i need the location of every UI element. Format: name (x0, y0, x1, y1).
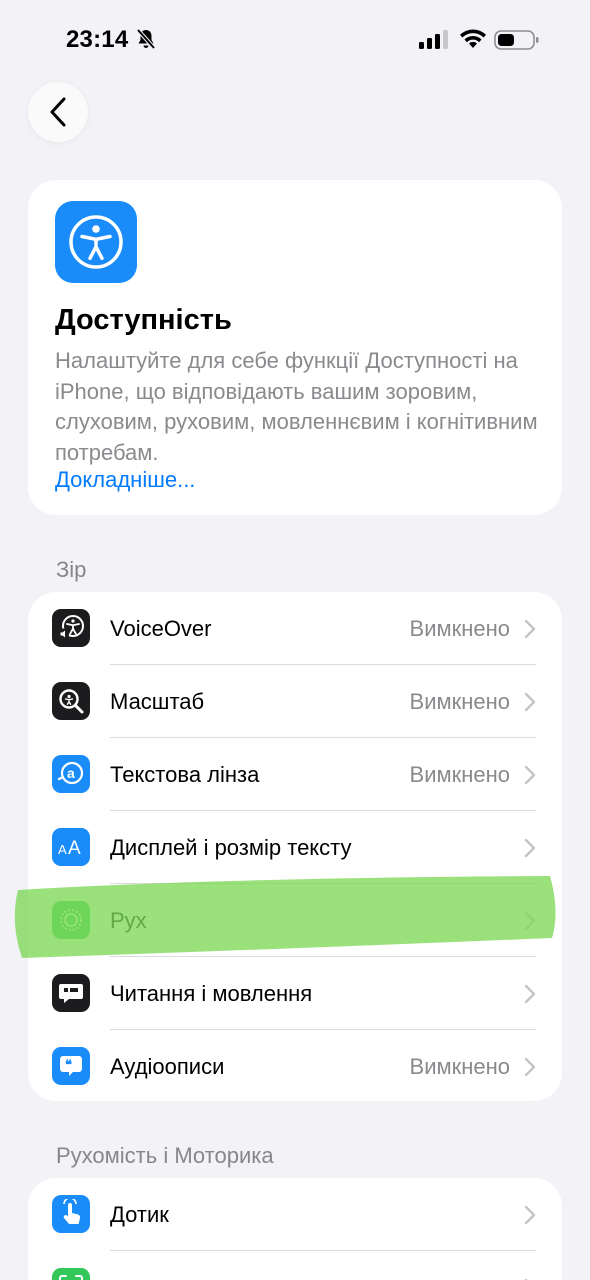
svg-text:A: A (58, 842, 67, 857)
status-bar: 23:14 (0, 0, 590, 80)
section-header-mobility: Рухомість і Моторика (56, 1143, 274, 1168)
chevron-right-icon (524, 765, 536, 785)
face-id-icon (52, 1268, 90, 1280)
row-label: VoiceOver (110, 616, 212, 641)
accessibility-app-icon (55, 201, 137, 283)
chevron-right-icon (524, 911, 536, 931)
status-time: 23:14 (66, 26, 129, 53)
row-motion[interactable]: Рух (28, 884, 562, 957)
hover-text-icon: a (52, 755, 90, 793)
wifi-icon (460, 29, 486, 48)
row-label: Дотик (110, 1202, 169, 1227)
vision-list: VoiceOver Вимкнено Масштаб Вимкнено a Те… (28, 592, 562, 1101)
mobility-list: Дотик (28, 1178, 562, 1280)
row-zoom[interactable]: Масштаб Вимкнено (28, 665, 562, 738)
row-label: Масштаб (110, 689, 205, 714)
row-touch[interactable]: Дотик (28, 1178, 562, 1251)
cellular-signal-icon (419, 30, 448, 49)
chevron-right-icon (524, 1057, 536, 1077)
chevron-right-icon (524, 692, 536, 712)
svg-text:a: a (67, 765, 75, 781)
spoken-content-icon (52, 974, 90, 1012)
row-display-text-size[interactable]: A A Дисплей і розмір тексту (28, 811, 562, 884)
section-header-vision: Зір (56, 557, 87, 582)
accessibility-header-card: Доступність Налаштуйте для себе функції … (28, 180, 562, 515)
row-audio-descriptions[interactable]: ❝ Аудіоописи Вимкнено (28, 1030, 562, 1101)
chevron-left-icon (50, 97, 66, 127)
battery-icon (494, 30, 539, 50)
chevron-right-icon (524, 984, 536, 1004)
touch-icon (52, 1195, 90, 1233)
chevron-right-icon (524, 1205, 536, 1225)
voiceover-icon (52, 609, 90, 647)
svg-text:❝: ❝ (65, 1057, 72, 1072)
chevron-right-icon (524, 619, 536, 639)
learn-more-link[interactable]: Докладніше... (55, 467, 195, 493)
accessibility-icon (69, 215, 123, 269)
row-label: Аудіоописи (110, 1054, 225, 1079)
back-button[interactable] (28, 82, 88, 142)
row-value: Вимкнено (409, 1054, 510, 1079)
row-hover-text[interactable]: a Текстова лінза Вимкнено (28, 738, 562, 811)
chevron-right-icon (524, 838, 536, 858)
svg-text:A: A (68, 838, 81, 859)
row-spoken-content[interactable]: Читання і мовлення (28, 957, 562, 1030)
bell-slash-icon (136, 28, 156, 50)
row-voiceover[interactable]: VoiceOver Вимкнено (28, 592, 562, 665)
row-value: Вимкнено (409, 616, 510, 641)
text-size-icon: A A (52, 828, 90, 866)
audio-descriptions-icon: ❝ (52, 1047, 90, 1085)
row-label: Текстова лінза (110, 762, 260, 787)
row-label: Читання і мовлення (110, 981, 313, 1006)
row-value: Вимкнено (409, 689, 510, 714)
zoom-icon (52, 682, 90, 720)
row-label: Рух (110, 908, 147, 933)
page-title: Доступність (55, 304, 232, 336)
row-value: Вимкнено (409, 762, 510, 787)
row-face-id[interactable] (28, 1251, 562, 1280)
page-description: Налаштуйте для себе функції Доступності … (55, 348, 538, 465)
motion-icon (52, 901, 90, 939)
row-label: Дисплей і розмір тексту (110, 835, 352, 860)
